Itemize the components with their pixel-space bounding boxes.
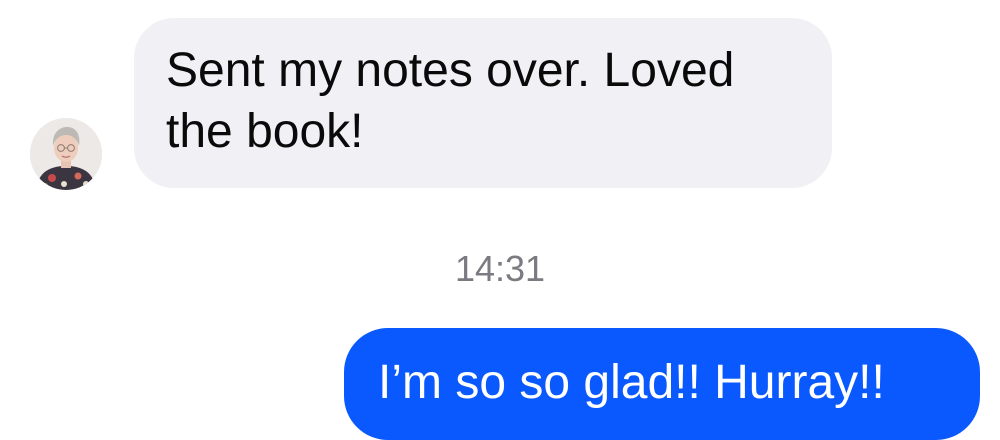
- avatar[interactable]: [30, 118, 102, 190]
- avatar-photo: [30, 118, 102, 190]
- outgoing-message-bubble[interactable]: I’m so so glad!! Hurray!!: [344, 328, 980, 440]
- incoming-message-bubble[interactable]: Sent my notes over. Loved the book!: [134, 18, 832, 188]
- message-timestamp: 14:31: [454, 248, 546, 289]
